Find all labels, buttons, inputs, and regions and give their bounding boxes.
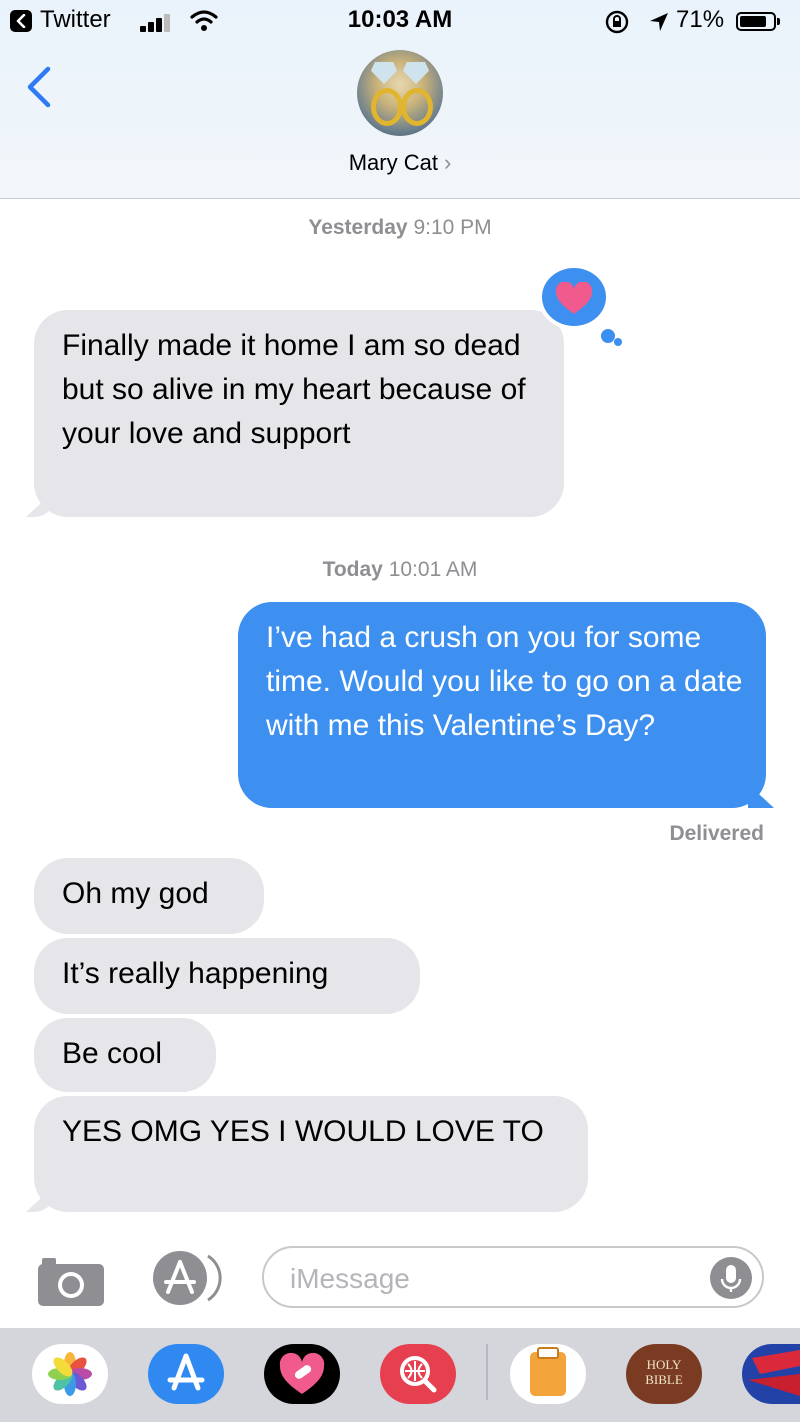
input-placeholder: iMessage [290, 1263, 410, 1294]
contact-name-button[interactable]: Mary Cat › [0, 150, 800, 176]
message-bubble-incoming[interactable]: Finally made it home I am so dead but so… [34, 310, 564, 517]
battery-icon [736, 12, 780, 31]
message-bubble-incoming[interactable]: YES OMG YES I WOULD LOVE TO [34, 1096, 588, 1212]
message-bubble-incoming[interactable]: It’s really happening [34, 938, 420, 1014]
timestamp-day: Today [322, 558, 383, 581]
game-app-icon[interactable] [742, 1344, 800, 1404]
message-text: YES OMG YES I WOULD LOVE TO [62, 1115, 544, 1148]
image-search-icon[interactable] [380, 1344, 456, 1404]
contact-name: Mary Cat [348, 150, 438, 175]
conversation-header: Twitter 10:03 AM 71% Mary Cat › [0, 0, 800, 199]
battery-percent: 71% [676, 6, 725, 33]
photos-app-icon[interactable] [32, 1344, 108, 1404]
message-text: Be cool [62, 1037, 163, 1070]
message-text: It’s really happening [62, 957, 329, 990]
message-bubble-incoming[interactable]: Oh my god [34, 858, 264, 934]
contact-avatar[interactable] [357, 50, 443, 136]
digital-touch-icon[interactable] [264, 1344, 340, 1404]
app-store-drawer-icon[interactable] [150, 1250, 230, 1306]
app-drawer: HOLY BIBLE [0, 1328, 800, 1422]
delivered-status: Delivered [669, 822, 764, 845]
rotation-lock-icon [605, 10, 629, 34]
timestamp-yesterday: Yesterday 9:10 PM [0, 216, 800, 240]
bible-app-icon[interactable]: HOLY BIBLE [626, 1344, 702, 1404]
message-text: Finally made it home I am so dead but so… [62, 329, 526, 450]
back-chevron-icon[interactable] [24, 66, 52, 108]
status-bar: Twitter 10:03 AM 71% [0, 0, 800, 44]
drawer-divider [486, 1344, 488, 1400]
timestamp-time: 9:10 PM [413, 216, 492, 239]
bible-label-line2: BIBLE [645, 1372, 683, 1387]
heart-icon [555, 282, 593, 314]
camera-icon[interactable] [36, 1254, 106, 1308]
app-store-icon[interactable] [148, 1344, 224, 1404]
timestamp-today: Today 10:01 AM [0, 558, 800, 582]
message-text: I’ve had a crush on you for some time. W… [266, 621, 743, 742]
location-arrow-icon [650, 13, 668, 31]
bible-label-line1: HOLY [646, 1357, 682, 1372]
imessage-input[interactable]: iMessage [262, 1246, 764, 1308]
microphone-icon[interactable] [710, 1257, 752, 1299]
chevron-right-icon: › [443, 150, 452, 175]
message-bubble-outgoing[interactable]: I’ve had a crush on you for some time. W… [238, 602, 766, 808]
music-app-icon[interactable] [510, 1344, 586, 1404]
message-text: Oh my god [62, 877, 209, 910]
message-bubble-incoming[interactable]: Be cool [34, 1018, 216, 1092]
timestamp-day: Yesterday [308, 216, 408, 239]
tapback-heart-reaction[interactable] [538, 264, 622, 346]
timestamp-time: 10:01 AM [388, 558, 478, 581]
